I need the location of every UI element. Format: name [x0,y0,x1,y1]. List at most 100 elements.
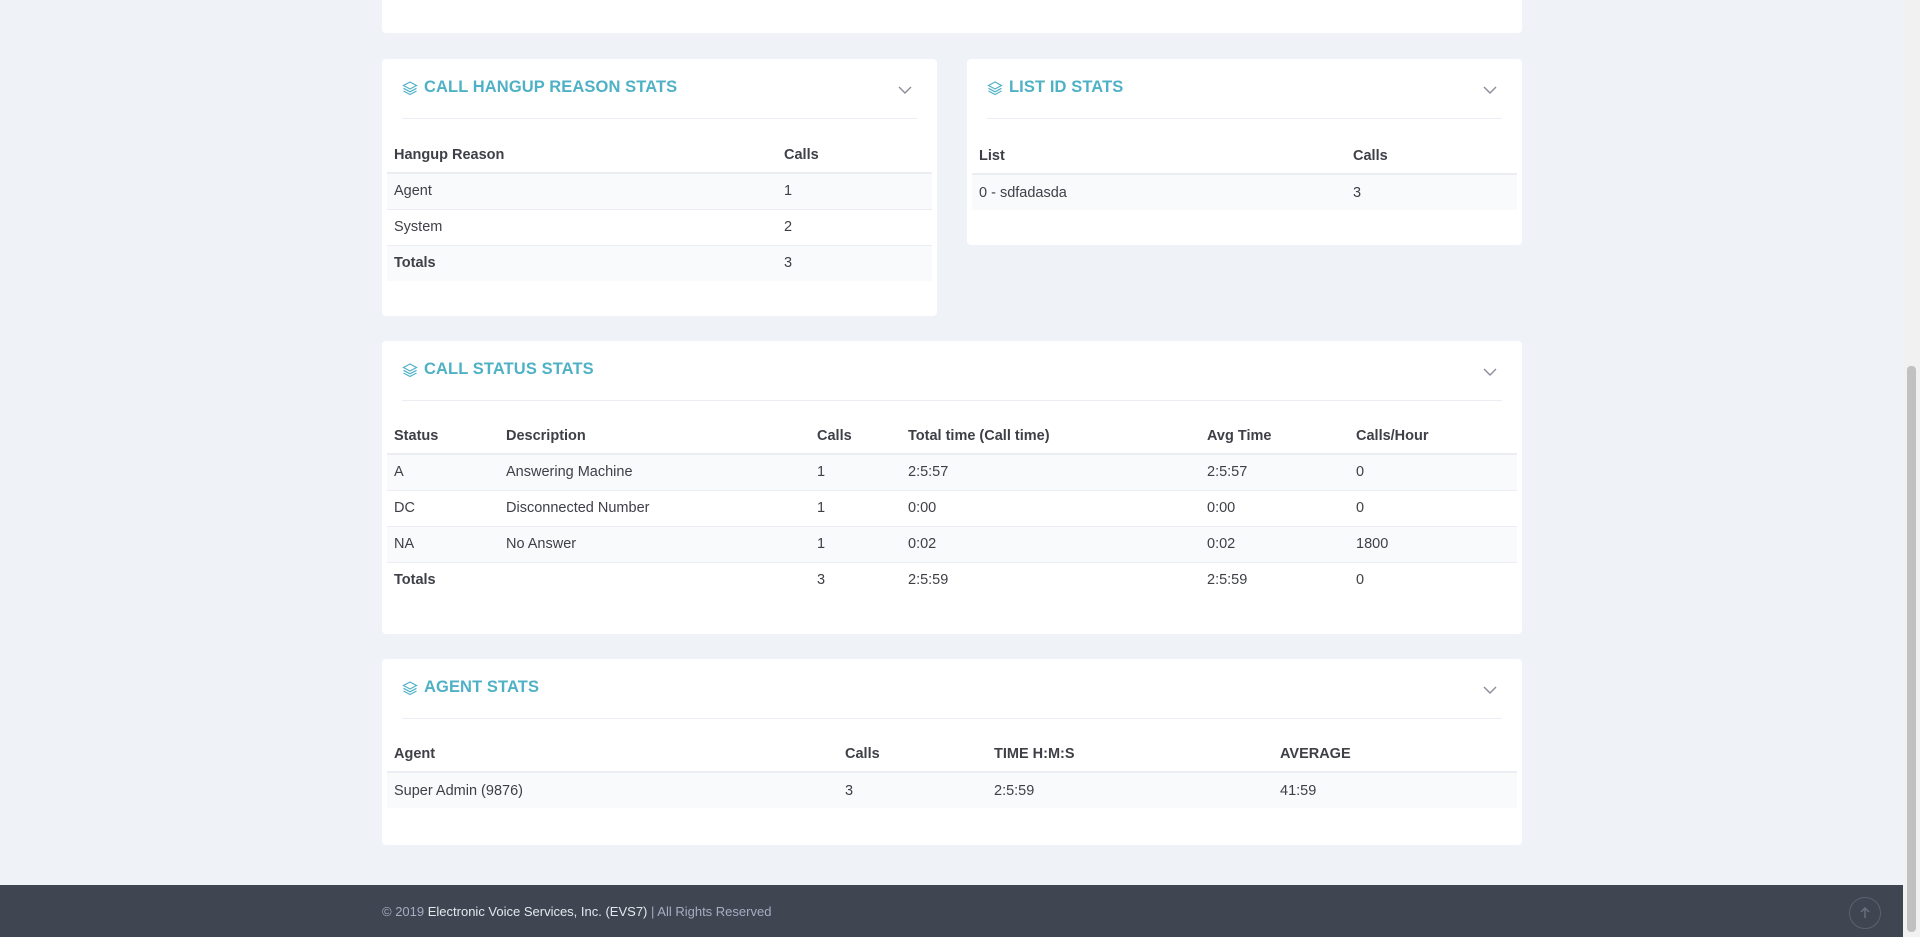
table-cell: 3 [817,572,826,589]
table-row: System 2 [387,209,932,246]
table-cell: 0:02 [1200,526,1349,563]
table-header-row: Status Description Calls Total time (Cal… [387,418,1517,455]
scrollbar[interactable] [1903,0,1920,937]
table-cell: 2:5:59 [908,572,949,589]
table-cell: 3 [1346,174,1517,210]
column-header: Agent [387,736,838,773]
table-cell: 2:5:59 [1207,572,1248,589]
hangup-reason-card: CALL HANGUP REASON STATS Hangup Reason C… [382,59,937,316]
table-header-row: Agent Calls TIME H:M:S AVERAGE [387,736,1517,773]
call-status-title-text: CALL STATUS STATS [424,360,594,378]
layers-icon [402,80,418,95]
chevron-down-icon[interactable] [897,82,913,98]
call-status-card-header: CALL STATUS STATS [402,341,1502,401]
column-header: List [972,138,1346,175]
table-header-row: List Calls [972,138,1517,175]
column-header: Calls [1346,138,1517,175]
layers-icon [987,80,1003,95]
column-header: Calls [810,418,901,455]
column-header: Calls [777,137,932,174]
table-row: Super Admin (9876) 3 2:5:59 41:59 [387,772,1517,808]
table-cell [499,562,810,598]
table-row: DC Disconnected Number 1 0:00 0:00 0 [387,490,1517,527]
table-cell: 3 [838,772,987,808]
list-id-title-text: LIST ID STATS [1009,78,1124,96]
table-cell: 3 [777,245,932,281]
call-status-card: CALL STATUS STATS Status Description Cal… [382,341,1522,634]
agent-stats-card-header: AGENT STATS [402,659,1502,719]
column-header: Avg Time [1200,418,1349,455]
table-cell: 2:5:57 [901,454,1200,491]
column-header: Calls [838,736,987,773]
table-cell: DC [387,490,499,527]
hangup-reason-title-text: CALL HANGUP REASON STATS [424,78,678,96]
column-header: Hangup Reason [387,137,777,174]
call-status-card-title: CALL STATUS STATS [402,360,594,379]
table-header-row: Hangup Reason Calls [387,137,932,174]
table-cell: System [387,209,777,246]
agent-stats-card: AGENT STATS Agent Calls TIME H:M:S AVERA… [382,659,1522,845]
column-header: TIME H:M:S [987,736,1273,773]
table-cell: 0 - sdfadasda [972,174,1346,210]
table-cell: Agent [387,173,777,210]
column-header: Total time (Call time) [901,418,1200,455]
table-cell: 1800 [1349,526,1517,563]
column-header: Status [387,418,499,455]
layers-icon [402,680,418,695]
totals-row: Totals 3 [387,245,932,281]
table-cell: Totals [394,572,436,589]
table-row: A Answering Machine 1 2:5:57 2:5:57 0 [387,454,1517,491]
footer-suffix: | All Rights Reserved [647,904,772,919]
chevron-down-icon[interactable] [1482,364,1498,380]
layers-icon [402,362,418,377]
footer: © 2019 Electronic Voice Services, Inc. (… [0,885,1920,937]
table-cell: NA [387,526,499,563]
column-header: Description [499,418,810,455]
agent-stats-card-title: AGENT STATS [402,678,539,697]
column-header: AVERAGE [1273,736,1517,773]
list-id-card-header: LIST ID STATS [987,59,1502,119]
table-cell: Totals [387,245,777,281]
table-cell: 0 [1356,572,1365,589]
arrow-up-icon [1860,907,1870,918]
chevron-down-icon[interactable] [1482,682,1498,698]
totals-row: Totals 3 2:5:59 2:5:59 0 [387,562,1517,598]
table-row: Agent 1 [387,173,932,210]
list-id-card: LIST ID STATS List Calls 0 - sdfadasda 3 [967,59,1522,245]
previous-card [382,0,1522,33]
call-status-table: Status Description Calls Total time (Cal… [387,418,1517,598]
table-cell: 1 [777,173,932,210]
hangup-reason-card-header: CALL HANGUP REASON STATS [402,59,917,119]
hangup-reason-table: Hangup Reason Calls Agent 1 System 2 Tot… [387,137,932,281]
table-cell: 0 [1349,490,1517,527]
table-cell: 1 [810,526,901,563]
table-cell: 2:5:59 [987,772,1273,808]
list-id-table: List Calls 0 - sdfadasda 3 [972,138,1517,210]
chevron-down-icon[interactable] [1482,82,1498,98]
table-cell: 0:00 [901,490,1200,527]
list-id-card-title: LIST ID STATS [987,78,1123,97]
footer-copyright: © 2019 Electronic Voice Services, Inc. (… [382,904,771,919]
footer-company-link[interactable]: Electronic Voice Services, Inc. (EVS7) [428,904,648,919]
table-cell: Answering Machine [499,454,810,491]
scrollbar-thumb[interactable] [1907,366,1916,932]
table-row: NA No Answer 1 0:02 0:02 1800 [387,526,1517,563]
scroll-top-button[interactable] [1849,897,1881,929]
column-header: Calls/Hour [1349,418,1517,455]
table-cell: No Answer [499,526,810,563]
table-cell: 1 [810,454,901,491]
table-cell: 2 [777,209,932,246]
table-cell: Disconnected Number [499,490,810,527]
table-cell: 1 [810,490,901,527]
agent-stats-title-text: AGENT STATS [424,678,540,696]
agent-stats-table: Agent Calls TIME H:M:S AVERAGE Super Adm… [387,736,1517,808]
table-cell: 0:02 [901,526,1200,563]
footer-prefix: © 2019 [382,904,428,919]
table-cell: Super Admin (9876) [387,772,838,808]
table-cell: 0 [1349,454,1517,491]
table-cell: 2:5:57 [1200,454,1349,491]
table-cell: 0:00 [1200,490,1349,527]
hangup-reason-card-title: CALL HANGUP REASON STATS [402,78,677,97]
table-row: 0 - sdfadasda 3 [972,174,1517,210]
table-cell: 41:59 [1273,772,1517,808]
